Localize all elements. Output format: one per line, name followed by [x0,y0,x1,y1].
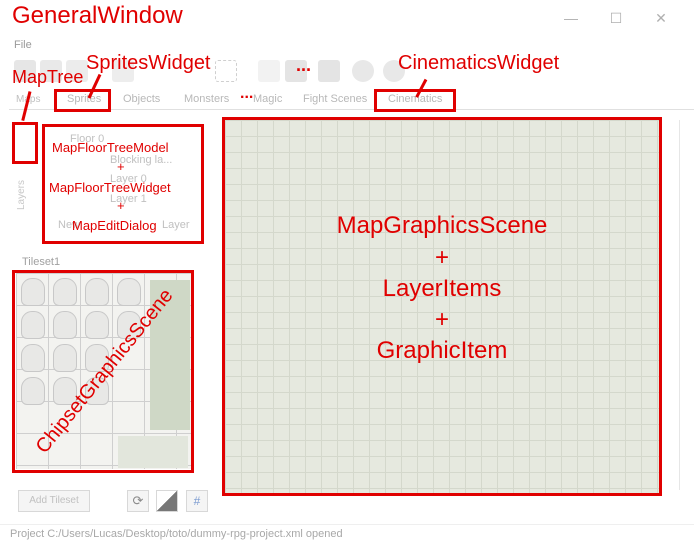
label-map-edit-dialog: MapEditDialog [72,218,157,233]
selection-icon[interactable] [215,60,237,82]
add-tileset-button[interactable]: Add Tileset [18,490,90,512]
close-button[interactable]: ✕ [648,8,674,28]
label-layer-items: LayerItems [382,275,502,302]
annotation-box-sprites-tab [54,89,111,112]
label-map-tree: MapTree [12,67,84,87]
tab-fight-scenes[interactable]: Fight Scenes [303,93,367,105]
menu-file[interactable]: File [14,39,32,51]
label-cinematics-widget: CinematicsWidget [398,52,560,74]
annotation-box-cinematics-tab [374,89,456,112]
annotation-box-map-tree [12,122,38,164]
tab-objects[interactable]: Objects [123,93,160,105]
label-plus-2: + [117,198,125,213]
maximize-button[interactable]: ☐ [603,8,629,28]
label-map-graphics-scene: MapGraphicsScene [336,212,548,239]
tab-monsters[interactable]: Monsters [184,93,229,105]
window-title: GeneralWindow [12,2,183,29]
label-ellipsis-toolbar: ... [296,55,312,75]
label-map-scene-plus-1: + [434,244,449,271]
minimize-button[interactable]: — [558,8,584,28]
refresh-icon[interactable]: ⟳ [127,490,149,512]
label-graphic-item: GraphicItem [376,337,508,364]
label-map-scene-plus-2: + [434,306,449,333]
label-plus-1: + [117,159,125,174]
contrast-icon[interactable] [156,490,178,512]
grid-icon[interactable]: # [186,490,208,512]
label-floor-tree-model: MapFloorTreeModel [52,140,169,155]
status-text: Project C:/Users/Lucas/Desktop/toto/dumm… [10,528,343,540]
tileset-tab[interactable]: Tileset1 [22,256,60,268]
paste-icon[interactable] [318,60,340,82]
label-ellipsis-tabs: ... [240,85,254,102]
undo-icon[interactable] [352,60,374,82]
label-floor-tree-widget: MapFloorTreeWidget [49,180,171,195]
tab-layers[interactable]: Layers [16,180,27,210]
vertical-scrollbar[interactable] [679,120,694,490]
cut-icon[interactable] [258,60,280,82]
label-sprites-widget: SpritesWidget [86,52,211,74]
tab-magic[interactable]: Magic [253,93,282,105]
